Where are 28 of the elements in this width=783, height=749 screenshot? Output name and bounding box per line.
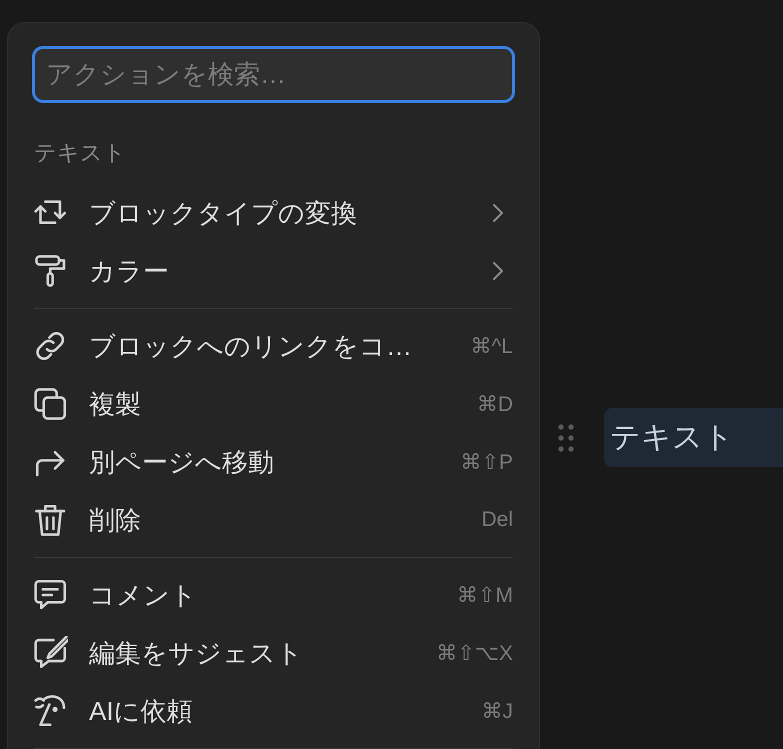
shortcut-label: ⌘^L: [470, 334, 513, 358]
chevron-right-icon: [491, 202, 505, 224]
shortcut-label: ⌘⇧P: [460, 450, 513, 474]
bubble-pencil-icon: [34, 636, 68, 670]
menu-item[interactable]: ブロックタイプの変換: [89, 196, 357, 230]
shortcut-label: ⌘⇧M: [456, 582, 513, 608]
section-label: テキスト: [34, 139, 127, 167]
paint-roller-icon: [34, 254, 68, 288]
menu-item[interactable]: AIに依頼: [89, 694, 193, 728]
search-field[interactable]: アクションを検索…: [32, 46, 515, 103]
shortcut-label: ⌘D: [476, 392, 513, 416]
menu-item[interactable]: 削除: [89, 502, 141, 538]
comment-icon: [34, 578, 68, 612]
shortcut-label: ⌘J: [482, 698, 513, 724]
menu-item[interactable]: 別ページへ移動: [89, 444, 274, 480]
drag-handle-icon[interactable]: [557, 422, 575, 452]
menu-item[interactable]: 複製: [89, 386, 141, 422]
menu-item[interactable]: コメント: [89, 578, 197, 612]
menu-item[interactable]: カラー: [89, 254, 169, 288]
shortcut-label: ⌘⇧⌥X: [436, 640, 513, 666]
menu-item[interactable]: ブロックへのリンクをコ…: [89, 328, 412, 364]
chevron-right-icon: [491, 260, 505, 282]
menu-item[interactable]: 編集をサジェスト: [89, 636, 303, 670]
face-sketch-icon: [34, 694, 68, 728]
duplicate-icon: [34, 387, 68, 421]
trash-icon: [34, 503, 68, 537]
text-block[interactable]: テキスト: [604, 408, 783, 467]
shortcut-label: Del: [481, 508, 513, 532]
